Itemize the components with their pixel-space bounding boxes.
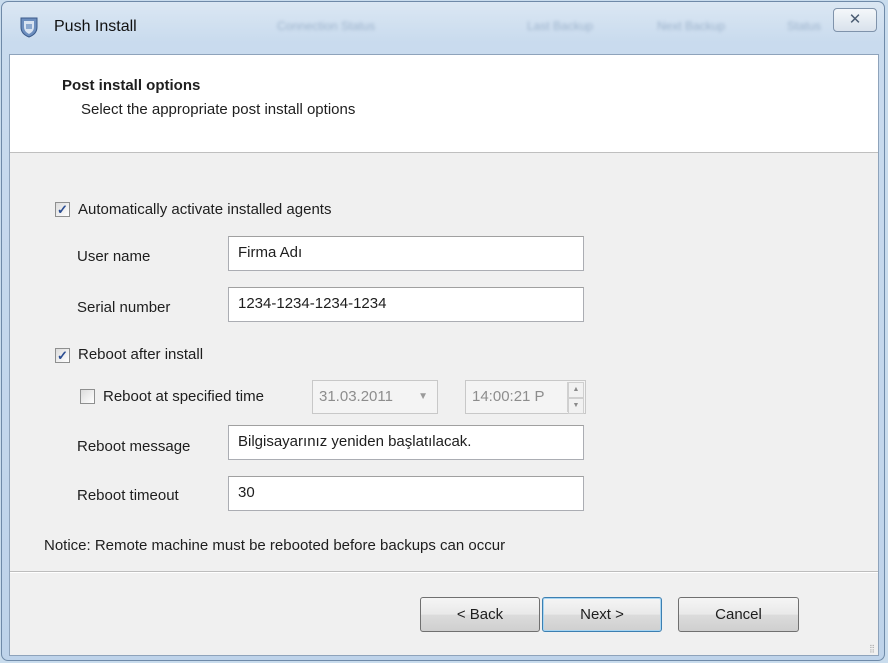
background-column-header: Connection Status bbox=[277, 19, 376, 33]
close-icon: ✕ bbox=[848, 11, 862, 28]
resize-grip-icon[interactable]: ⣿ bbox=[869, 644, 875, 653]
dialog-body: Post install options Select the appropri… bbox=[9, 54, 879, 656]
notice-text: Notice: Remote machine must be rebooted … bbox=[44, 537, 506, 554]
background-column-header: Status bbox=[787, 19, 822, 33]
background-column-header: Last Backup bbox=[527, 19, 594, 33]
page-subtitle: Select the appropriate post install opti… bbox=[81, 101, 356, 118]
close-button[interactable]: ✕ bbox=[833, 8, 877, 32]
background-column-header: Next Backup bbox=[657, 19, 726, 33]
title-bar[interactable]: Push Install Connection Status Last Back… bbox=[2, 2, 884, 54]
reboot-at-time-checkbox[interactable] bbox=[80, 389, 95, 404]
reboot-time-picker[interactable]: 14:00:21 P ▲ ▼ bbox=[465, 380, 586, 414]
checkmark-icon: ✓ bbox=[57, 348, 68, 363]
reboot-date-picker[interactable]: 31.03.2011 ▼ bbox=[312, 380, 438, 414]
page-title: Post install options bbox=[62, 77, 201, 94]
reboot-time-value: 14:00:21 P bbox=[472, 388, 545, 405]
reboot-at-time-label[interactable]: Reboot at specified time bbox=[103, 388, 264, 405]
window-title: Push Install bbox=[54, 18, 137, 35]
spin-up-icon[interactable]: ▲ bbox=[568, 382, 584, 398]
checkmark-icon: ✓ bbox=[57, 202, 68, 217]
user-name-field[interactable]: Firma Adı bbox=[228, 236, 584, 271]
reboot-timeout-field[interactable]: 30 bbox=[228, 476, 584, 511]
time-spinner[interactable]: ▲ ▼ bbox=[567, 382, 584, 414]
auto-activate-checkbox[interactable]: ✓ bbox=[55, 202, 70, 217]
next-button[interactable]: Next > bbox=[542, 597, 662, 632]
user-name-label: User name bbox=[77, 248, 151, 265]
spin-down-icon[interactable]: ▼ bbox=[568, 398, 584, 414]
serial-number-label: Serial number bbox=[77, 299, 171, 316]
chevron-down-icon[interactable]: ▼ bbox=[418, 381, 428, 413]
auto-activate-label[interactable]: Automatically activate installed agents bbox=[78, 201, 331, 218]
footer-divider bbox=[10, 571, 878, 573]
cancel-button[interactable]: Cancel bbox=[678, 597, 799, 632]
wizard-header: Post install options Select the appropri… bbox=[10, 55, 878, 153]
serial-number-field[interactable]: 1234-1234-1234-1234 bbox=[228, 287, 584, 322]
shield-install-icon bbox=[18, 16, 40, 38]
reboot-after-install-checkbox[interactable]: ✓ bbox=[55, 348, 70, 363]
reboot-timeout-label: Reboot timeout bbox=[77, 487, 179, 504]
reboot-after-install-label[interactable]: Reboot after install bbox=[78, 346, 203, 363]
reboot-message-field[interactable]: Bilgisayarınız yeniden başlatılacak. bbox=[228, 425, 584, 460]
reboot-message-label: Reboot message bbox=[77, 438, 191, 455]
reboot-date-value: 31.03.2011 bbox=[319, 388, 393, 405]
back-button[interactable]: < Back bbox=[420, 597, 540, 632]
push-install-window: Push Install Connection Status Last Back… bbox=[1, 1, 885, 661]
